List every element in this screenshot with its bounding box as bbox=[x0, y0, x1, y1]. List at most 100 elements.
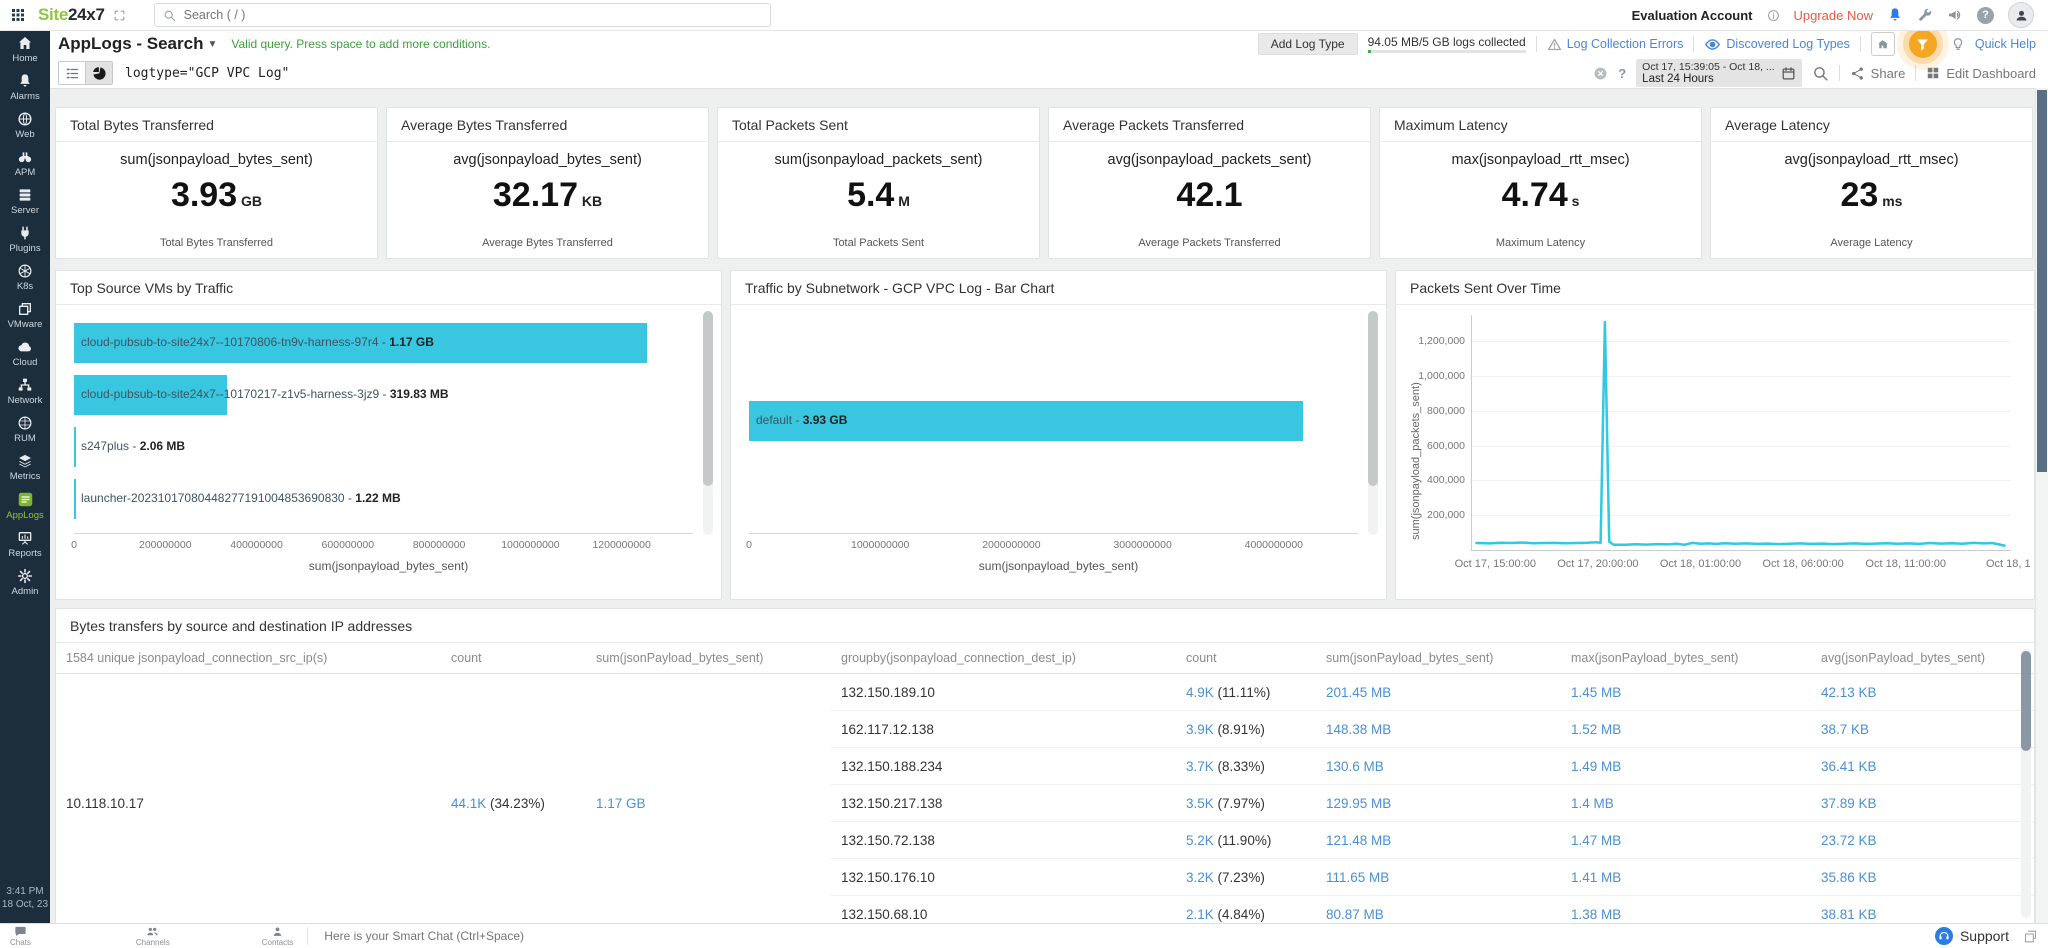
table-title: Bytes transfers by source and destinatio… bbox=[56, 609, 2034, 643]
quick-help-link[interactable]: Quick Help bbox=[1975, 37, 2036, 51]
sidebar-item-cloud[interactable]: Cloud bbox=[0, 334, 50, 372]
max-link[interactable]: 1.41 MB bbox=[1571, 870, 1621, 885]
sidebar-item-applogs[interactable]: AppLogs bbox=[0, 486, 50, 525]
src-count-link[interactable]: 44.1K bbox=[451, 796, 486, 811]
query-input[interactable]: logtype="GCP VPC Log" bbox=[125, 66, 1593, 81]
count-link[interactable]: 4.9K bbox=[1186, 685, 1214, 700]
guided-tour-icon[interactable] bbox=[1909, 30, 1937, 58]
chart-scrollbar[interactable] bbox=[1368, 311, 1378, 535]
search-run-icon[interactable] bbox=[1812, 65, 1829, 82]
count-link[interactable]: 3.9K bbox=[1186, 722, 1214, 737]
upgrade-now-link[interactable]: Upgrade Now bbox=[1794, 8, 1874, 23]
app-grid-icon[interactable] bbox=[10, 7, 26, 23]
clear-query-icon[interactable] bbox=[1593, 66, 1608, 81]
x-tick: 2000000000 bbox=[982, 539, 1040, 551]
avg-link[interactable]: 35.86 KB bbox=[1821, 870, 1877, 885]
sum-link[interactable]: 130.6 MB bbox=[1326, 759, 1384, 774]
sidebar-item-web[interactable]: Web bbox=[0, 106, 50, 144]
help-icon[interactable]: ? bbox=[1977, 7, 1994, 24]
feedback-forms-icon[interactable] bbox=[2023, 929, 2038, 944]
max-link[interactable]: 1.47 MB bbox=[1571, 833, 1621, 848]
avg-link[interactable]: 37.89 KB bbox=[1821, 796, 1877, 811]
share-button[interactable]: Share bbox=[1850, 66, 1906, 81]
chats-button[interactable]: Chats bbox=[10, 925, 31, 947]
sidebar-item-alarms[interactable]: Alarms bbox=[0, 68, 50, 106]
table-header[interactable]: count bbox=[1176, 643, 1316, 674]
site24x7-logo[interactable]: Site24x7 bbox=[38, 5, 105, 25]
table-scrollbar[interactable] bbox=[2021, 649, 2031, 918]
max-link[interactable]: 1.45 MB bbox=[1571, 685, 1621, 700]
collapse-expand-icon[interactable] bbox=[113, 9, 126, 22]
max-link[interactable]: 1.52 MB bbox=[1571, 722, 1621, 737]
stat-card-4: Maximum Latencymax(jsonpayload_rtt_msec)… bbox=[1379, 107, 1702, 259]
table-header[interactable]: sum(jsonPayload_bytes_sent) bbox=[1316, 643, 1561, 674]
sidebar-item-plugins[interactable]: Plugins bbox=[0, 220, 50, 258]
page-scrollbar[interactable] bbox=[2035, 88, 2048, 948]
sidebar-item-k8s[interactable]: K8s bbox=[0, 258, 50, 296]
support-button[interactable]: Support bbox=[1935, 927, 2009, 945]
sidebar-item-home[interactable]: Home bbox=[0, 30, 50, 68]
sum-link[interactable]: 148.38 MB bbox=[1326, 722, 1391, 737]
sidebar-item-network[interactable]: Network bbox=[0, 372, 50, 410]
page-title[interactable]: AppLogs - Search bbox=[58, 34, 203, 54]
sum-link[interactable]: 121.48 MB bbox=[1326, 833, 1391, 848]
table-header[interactable]: 1584 unique jsonpayload_connection_src_i… bbox=[56, 643, 441, 674]
avg-link[interactable]: 38.81 KB bbox=[1821, 907, 1877, 922]
count-link[interactable]: 3.5K bbox=[1186, 796, 1214, 811]
tools-icon[interactable] bbox=[1917, 7, 1933, 23]
sidebar-item-server[interactable]: Server bbox=[0, 182, 50, 220]
sum-link[interactable]: 80.87 MB bbox=[1326, 907, 1384, 922]
chevron-down-icon[interactable]: ▼ bbox=[207, 39, 217, 50]
query-help-icon[interactable]: ? bbox=[1618, 66, 1626, 81]
avg-link[interactable]: 42.13 KB bbox=[1821, 685, 1877, 700]
add-log-type-button[interactable]: Add Log Type bbox=[1258, 33, 1358, 55]
home-icon bbox=[17, 35, 33, 51]
sidebar-item-vmware[interactable]: VMware bbox=[0, 296, 50, 334]
smart-chat-input[interactable] bbox=[322, 928, 1935, 944]
table-header[interactable]: count bbox=[441, 643, 586, 674]
x-tick: 0 bbox=[71, 539, 77, 551]
global-search[interactable] bbox=[154, 3, 771, 27]
channels-button[interactable]: Channels bbox=[136, 925, 170, 947]
table-header[interactable]: sum(jsonPayload_bytes_sent) bbox=[586, 643, 831, 674]
sum-link[interactable]: 111.65 MB bbox=[1326, 870, 1389, 885]
max-link[interactable]: 1.38 MB bbox=[1571, 907, 1621, 922]
sum-link[interactable]: 201.45 MB bbox=[1326, 685, 1391, 700]
count-link[interactable]: 5.2K bbox=[1186, 833, 1214, 848]
count-link[interactable]: 3.2K bbox=[1186, 870, 1214, 885]
contacts-button[interactable]: Contacts bbox=[262, 925, 294, 947]
chart-view-icon[interactable] bbox=[85, 62, 112, 84]
info-icon[interactable] bbox=[1767, 9, 1780, 22]
avg-link[interactable]: 38.7 KB bbox=[1821, 722, 1869, 737]
avg-link[interactable]: 23.72 KB bbox=[1821, 833, 1877, 848]
avg-link[interactable]: 36.41 KB bbox=[1821, 759, 1877, 774]
announcements-icon[interactable] bbox=[1947, 7, 1963, 23]
sum-link[interactable]: 129.95 MB bbox=[1326, 796, 1391, 811]
sidebar-item-admin[interactable]: Admin bbox=[0, 563, 50, 601]
stat-title: Average Packets Transferred bbox=[1049, 108, 1370, 142]
sidebar-item-label: Cloud bbox=[13, 357, 38, 368]
log-collection-errors-link[interactable]: Log Collection Errors bbox=[1547, 37, 1684, 52]
count-link[interactable]: 2.1K bbox=[1186, 907, 1214, 922]
table-header[interactable]: max(jsonPayload_bytes_sent) bbox=[1561, 643, 1811, 674]
max-link[interactable]: 1.49 MB bbox=[1571, 759, 1621, 774]
sidebar-item-apm[interactable]: APM bbox=[0, 144, 50, 182]
list-view-icon[interactable] bbox=[59, 62, 85, 84]
dashboard-home-icon[interactable] bbox=[1871, 32, 1895, 56]
max-link[interactable]: 1.4 MB bbox=[1571, 796, 1614, 811]
global-search-input[interactable] bbox=[182, 7, 770, 23]
sidebar-item-reports[interactable]: Reports bbox=[0, 525, 50, 563]
table-header[interactable]: groupby(jsonpayload_connection_dest_ip) bbox=[831, 643, 1176, 674]
src-sum-link[interactable]: 1.17 GB bbox=[596, 796, 646, 811]
notifications-icon[interactable] bbox=[1887, 7, 1903, 23]
sidebar-clock: 3:41 PM 18 Oct, 23 bbox=[0, 885, 50, 911]
discovered-log-types-link[interactable]: Discovered Log Types bbox=[1704, 36, 1849, 53]
table-header[interactable]: avg(jsonPayload_bytes_sent) bbox=[1811, 643, 2034, 674]
sidebar-item-rum[interactable]: RUM bbox=[0, 410, 50, 448]
chart-scrollbar[interactable] bbox=[703, 311, 713, 535]
avatar[interactable] bbox=[2008, 2, 2034, 28]
count-link[interactable]: 3.7K bbox=[1186, 759, 1214, 774]
sidebar-item-metrics[interactable]: Metrics bbox=[0, 448, 50, 486]
date-range-picker[interactable]: Oct 17, 15:39:05 - Oct 18, ... Last 24 H… bbox=[1636, 59, 1802, 87]
edit-dashboard-button[interactable]: Edit Dashboard bbox=[1926, 66, 2036, 81]
